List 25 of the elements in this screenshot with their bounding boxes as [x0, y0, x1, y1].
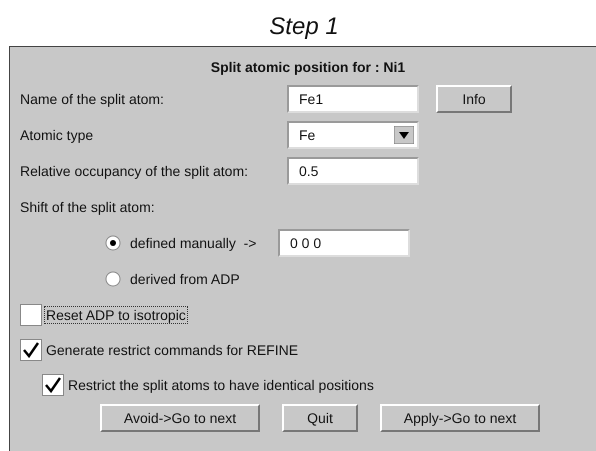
section-label: Shift of the split atom:	[20, 198, 156, 217]
checkbox[interactable]	[42, 374, 64, 396]
checkbox-label[interactable]: Restrict the split atoms to have identical positions	[66, 376, 376, 394]
input-field[interactable]: 0.5	[287, 157, 419, 185]
dropdown-arrow-icon[interactable]	[394, 126, 414, 144]
radio-button[interactable]	[105, 235, 121, 251]
info-button[interactable]: Info	[436, 85, 512, 113]
field-label: Atomic type	[20, 127, 94, 143]
checkbox[interactable]	[20, 338, 42, 360]
radio-label[interactable]: defined manually ->	[130, 235, 278, 251]
radio-button[interactable]	[105, 271, 121, 287]
checkbox-label[interactable]: Generate restrict commands for REFINE	[44, 340, 300, 358]
field-label: Name of the split atom:	[20, 91, 165, 107]
field-label: Relative occupancy of the split atom:	[20, 163, 250, 179]
checkbox[interactable]	[20, 304, 42, 326]
radio-label[interactable]: derived from ADP	[130, 271, 278, 287]
dialog-button[interactable]: Apply->Go to next	[380, 404, 540, 432]
dialog-title: Split atomic position for : Ni1	[210, 59, 406, 77]
dropdown-field[interactable]: Fe	[287, 121, 419, 149]
dialog-button[interactable]: Quit	[282, 404, 358, 432]
input-field[interactable]: Fe1	[287, 85, 419, 113]
step-caption: Step 1	[268, 12, 340, 42]
input-field[interactable]: 0 0 0	[278, 229, 410, 257]
checkbox-label[interactable]: Reset ADP to isotropic	[44, 306, 188, 324]
dialog-button[interactable]: Avoid->Go to next	[100, 404, 260, 432]
